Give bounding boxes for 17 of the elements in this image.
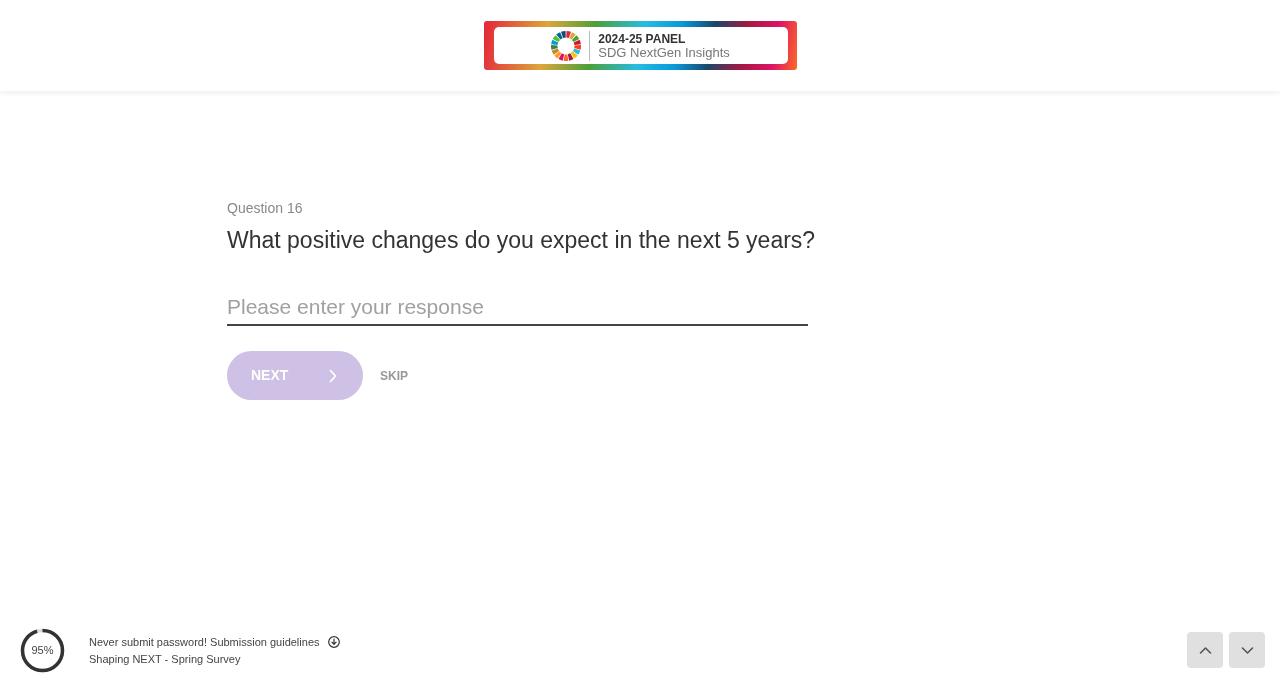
chevron-up-icon [1198,645,1212,655]
logo-title: 2024-25 PANEL [598,31,687,46]
question-number: Question 16 [227,199,303,218]
scroll-down-button[interactable] [1229,632,1265,668]
scroll-up-button[interactable] [1187,632,1223,668]
chevron-down-icon [1240,645,1254,655]
notice-text: Never submit password! Submission guidelines [89,634,320,649]
progress-percent: 95% [31,643,54,657]
chevron-right-icon [329,368,337,383]
download-icon[interactable] [327,635,340,648]
question-text: What positive changes do you expect in the next 5 years? [227,226,816,255]
response-field[interactable]: Please enter your response [227,290,808,326]
color-wheel-icon [551,30,582,61]
survey-name: Shaping NEXT - Spring Survey [89,651,241,666]
skip-link[interactable]: SKIP [380,366,408,385]
logo-subtitle: SDG NextGen Insights [598,45,730,60]
progress-ring [20,627,65,673]
